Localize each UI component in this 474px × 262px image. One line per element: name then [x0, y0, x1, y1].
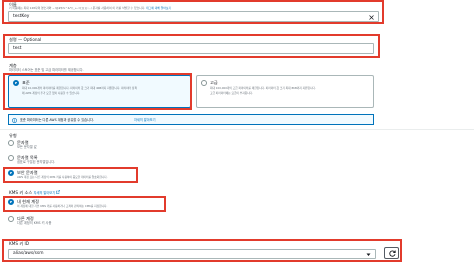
type-string-desc: 모든 문자열 값 — [17, 145, 37, 149]
type-string-radio[interactable] — [8, 140, 14, 146]
type-stringlist-radio[interactable] — [8, 155, 14, 161]
notice-text: 표준 파라미터는 다른 AWS 계정과 공유할 수 있습니다. — [20, 117, 94, 122]
highlight-name — [2, 0, 384, 24]
highlight-kms-key — [2, 239, 402, 262]
tier-advanced-desc2: 고급 파라미터에는 요금이 부과됩니다. — [210, 91, 253, 95]
kms-source-link[interactable]: 자세히 알아보기 — [34, 191, 56, 195]
notice-link[interactable]: 자세히 알아보기 — [134, 118, 156, 123]
kms-other-account-radio[interactable] — [8, 216, 14, 222]
tier-desc: 파라미터 스토어는 표준 및 고급 파라미터를 제공합니다. — [9, 68, 84, 72]
tier-advanced-card[interactable]: 고급 최대 100,000개의 고급 파라미터를 제한합니다. 파라미터 값 크… — [196, 75, 374, 108]
tier-advanced-radio[interactable] — [201, 80, 207, 86]
type-stringlist-desc: 쉼표로 구분된 문자열입니다. — [17, 160, 56, 164]
external-link-icon — [56, 190, 61, 194]
type-label: 유형 — [9, 133, 17, 138]
tier-advanced-desc1: 최대 100,000개의 고급 파라미터를 제한합니다. 파라미터 값 크기 최… — [210, 86, 316, 90]
info-icon — [12, 117, 17, 123]
highlight-kms-source — [3, 196, 166, 212]
info-notice: 표준 파라미터는 다른 AWS 계정과 공유할 수 있습니다. 자세히 알아보기 — [8, 114, 374, 125]
section-divider — [0, 129, 474, 130]
highlight-type — [3, 167, 138, 183]
highlight-description — [3, 34, 380, 58]
kms-other-account-desc: 다른 계정의 KMS 키 사용 — [17, 221, 52, 225]
highlight-tier — [3, 73, 192, 110]
